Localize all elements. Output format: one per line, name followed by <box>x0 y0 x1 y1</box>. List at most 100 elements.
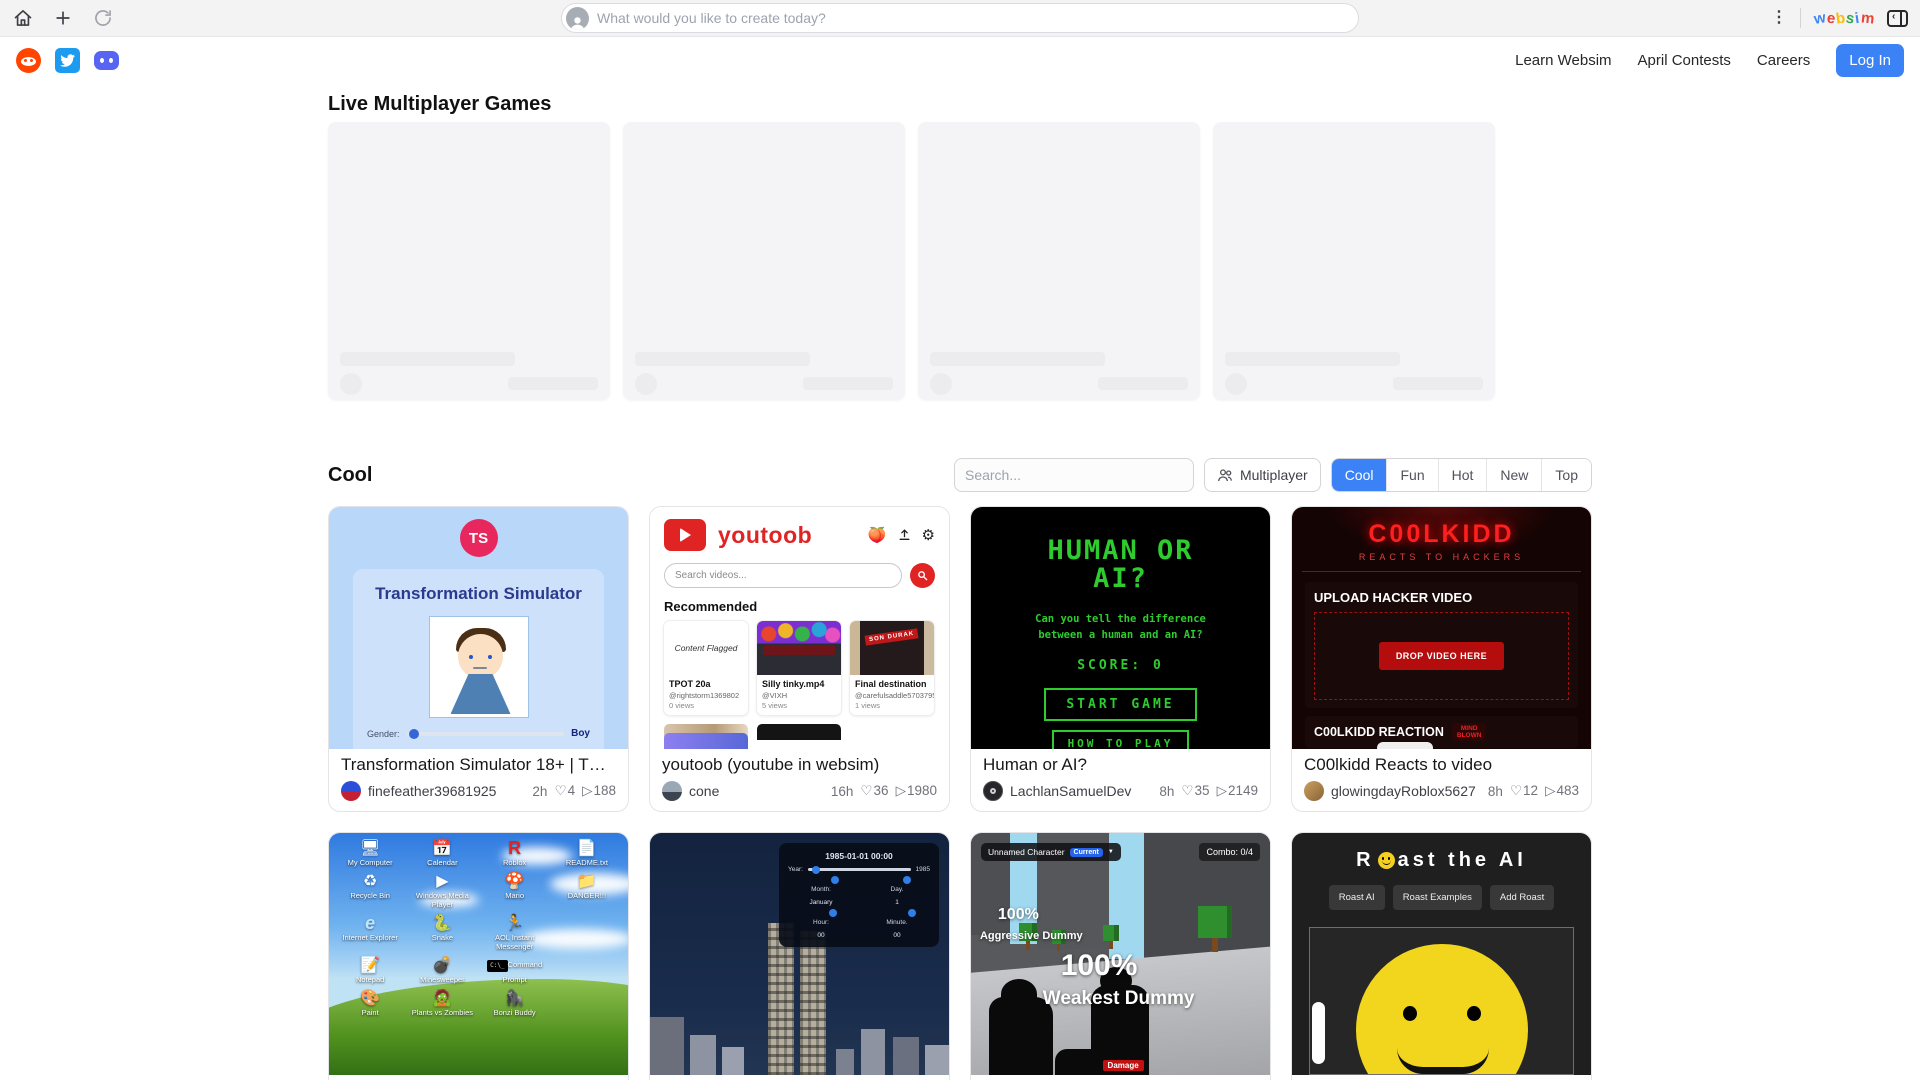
create-search-input[interactable] <box>597 10 1348 26</box>
hour-label: Hour: <box>813 919 829 926</box>
overflow-menu-icon[interactable]: ⋮ <box>1771 10 1787 26</box>
author-avatar[interactable] <box>1304 781 1324 801</box>
tab-fun[interactable]: Fun <box>1386 459 1437 491</box>
ts-app-title: Transformation Simulator <box>353 584 604 604</box>
upload-heading: UPLOAD HACKER VIDEO <box>1314 590 1569 605</box>
loading-game-card <box>918 122 1200 400</box>
score-label: SCORE: 0 <box>971 658 1270 673</box>
tab-cool[interactable]: Cool <box>1332 459 1387 491</box>
reaction-pill <box>1377 742 1433 749</box>
login-button[interactable]: Log In <box>1836 44 1904 77</box>
tab-top[interactable]: Top <box>1541 459 1591 491</box>
game-card-c00lkidd-reacts[interactable]: C00LKIDD REACTS TO HACKERS UPLOAD HACKER… <box>1291 506 1592 812</box>
xp-desktop-icon: 🦍Bonzi Buddy <box>480 989 550 1017</box>
nyc-time-panel: 1985-01-01 00:00 Year: 1985 Month: Janua… <box>779 843 939 947</box>
game-thumbnail: HUMAN OR AI? Can you tell the difference… <box>971 507 1270 749</box>
sidebar-toggle-icon[interactable]: ‹ <box>1887 10 1908 27</box>
author-avatar[interactable] <box>341 781 361 801</box>
create-search-bar[interactable] <box>561 3 1359 33</box>
nav-link-april-contests[interactable]: April Contests <box>1638 52 1731 69</box>
xp-desktop-icon: RRoblox <box>480 839 550 867</box>
game-age: 16h <box>831 784 854 799</box>
game-stats: 8h ♡35 ▷2149 <box>1159 783 1258 799</box>
game-card-nyc-evolution[interactable]: 1985-01-01 00:00 Year: 1985 Month: Janua… <box>649 832 950 1080</box>
xp-icon-grid: 🖥My Computer📅CalendarRRoblox📄README.txt♻… <box>335 839 622 1017</box>
skeleton-meta-bar <box>803 377 893 390</box>
video-views: 1 views <box>850 700 934 715</box>
live-multiplayer-row <box>328 122 1592 400</box>
game-card-human-or-ai[interactable]: HUMAN OR AI? Can you tell the difference… <box>970 506 1271 812</box>
video-title: Final destination <box>850 675 934 689</box>
author-avatar[interactable] <box>983 781 1003 801</box>
smiley-emoji-icon <box>1378 852 1395 869</box>
game-thumbnail: Rast the AI Roast AI Roast Examples Add … <box>1292 833 1591 1075</box>
game-card-roast-the-ai[interactable]: Rast the AI Roast AI Roast Examples Add … <box>1291 832 1592 1080</box>
game-age: 8h <box>1159 784 1174 799</box>
game-card-youtoob[interactable]: youtoob 🍑 ⚙ Recommended Con <box>649 506 950 812</box>
author-name[interactable]: LachlanSamuelDev <box>1010 783 1131 799</box>
nav-link-learn-websim[interactable]: Learn Websim <box>1515 52 1611 69</box>
xp-desktop-icon: 📄README.txt <box>552 839 622 867</box>
youtoob-video-card: Content Flagged TPOT 20a @rightstorm1369… <box>664 621 748 715</box>
tab-new[interactable]: New <box>1486 459 1541 491</box>
xp-desktop-icon: 🖥My Computer <box>335 839 405 867</box>
author-avatar[interactable] <box>662 781 682 801</box>
day-label: Day. <box>891 886 904 893</box>
xp-desktop-icon: 💣Minesweeper <box>407 956 477 984</box>
game-card-windows-xp-simulator[interactable]: 🖥My Computer📅CalendarRRoblox📄README.txt♻… <box>328 832 629 1080</box>
xp-desktop-icon: C:\_Command Prompt <box>480 956 550 984</box>
game-card-strongest-battlegrounds[interactable]: Unnamed Character Current ▼ Combo: 0/4 1… <box>970 832 1271 1080</box>
discord-icon[interactable] <box>94 48 119 73</box>
author-name[interactable]: cone <box>689 783 719 799</box>
likes-count: ♡35 <box>1181 783 1209 799</box>
youtoob-search-input <box>664 563 902 588</box>
video-views: 5 views <box>757 700 841 715</box>
author-name[interactable]: finefeather39681925 <box>368 783 496 799</box>
video-title: Silly tinky.mp4 <box>757 675 841 689</box>
skeleton-meta-bar <box>1098 377 1188 390</box>
xp-desktop-icon: 🍄Mario <box>480 872 550 909</box>
xp-desktop-icon: 🏃AOL Instant Messenger <box>480 914 550 951</box>
reddit-icon[interactable] <box>16 48 41 73</box>
heart-icon: ♡ <box>1510 783 1522 798</box>
character-selector: Unnamed Character Current ▼ <box>981 843 1121 861</box>
roast-examples-button: Roast Examples <box>1393 885 1482 910</box>
twitter-icon[interactable] <box>55 48 80 73</box>
websim-logo-letter: w <box>1813 9 1827 28</box>
youtoob-video-card: SON DURAK Final destination @carefulsadd… <box>850 621 934 715</box>
sidebar-toggle-chevron: ‹ <box>1892 11 1895 22</box>
game-search-input[interactable] <box>954 458 1194 492</box>
game-title: The Strongest Battlegrounds <box>971 1075 1270 1080</box>
multiplayer-filter-button[interactable]: Multiplayer <box>1204 458 1321 492</box>
heart-icon: ♡ <box>1181 783 1193 798</box>
multiplayer-people-icon <box>1217 468 1233 482</box>
day-value: 1 <box>864 899 930 906</box>
plays-count: ▷1980 <box>896 783 937 799</box>
ts-gender-value: Boy <box>571 728 590 739</box>
drop-video-button: DROP VIDEO HERE <box>1379 642 1504 670</box>
video-dropzone: DROP VIDEO HERE <box>1314 612 1569 700</box>
youtoob-logo-icon <box>664 519 706 551</box>
game-card-transformation-simulator[interactable]: TS Transformation Simulator Gender: <box>328 506 629 812</box>
skeleton-meta-bar <box>1393 377 1483 390</box>
video-views: 0 views <box>664 700 748 715</box>
xp-desktop-icon: 📅Calendar <box>407 839 477 867</box>
xp-grid-spacer <box>552 956 622 984</box>
live-multiplayer-heading: Live Multiplayer Games <box>328 93 1592 116</box>
tab-hot[interactable]: Hot <box>1438 459 1487 491</box>
dummy-name: Weakest Dummy <box>1043 988 1195 1010</box>
scrollbar-thumb <box>1312 1002 1325 1064</box>
xp-desktop-icon: 🐍Snake <box>407 914 477 951</box>
xp-grid-spacer <box>552 914 622 951</box>
new-tab-icon[interactable] <box>52 7 74 29</box>
websim-logo[interactable]: websim <box>1814 10 1874 27</box>
plays-icon: ▷ <box>1217 783 1227 798</box>
nav-link-careers[interactable]: Careers <box>1757 52 1810 69</box>
home-icon[interactable] <box>12 7 34 29</box>
site-nav: Learn Websim April Contests Careers Log … <box>0 37 1920 83</box>
author-name[interactable]: glowingdayRoblox5627 <box>1331 783 1476 799</box>
roast-heading: Rast the AI <box>1292 849 1591 872</box>
skeleton-avatar <box>340 373 362 395</box>
youtoob-wordmark: youtoob <box>718 522 812 549</box>
refresh-icon[interactable] <box>92 7 114 29</box>
